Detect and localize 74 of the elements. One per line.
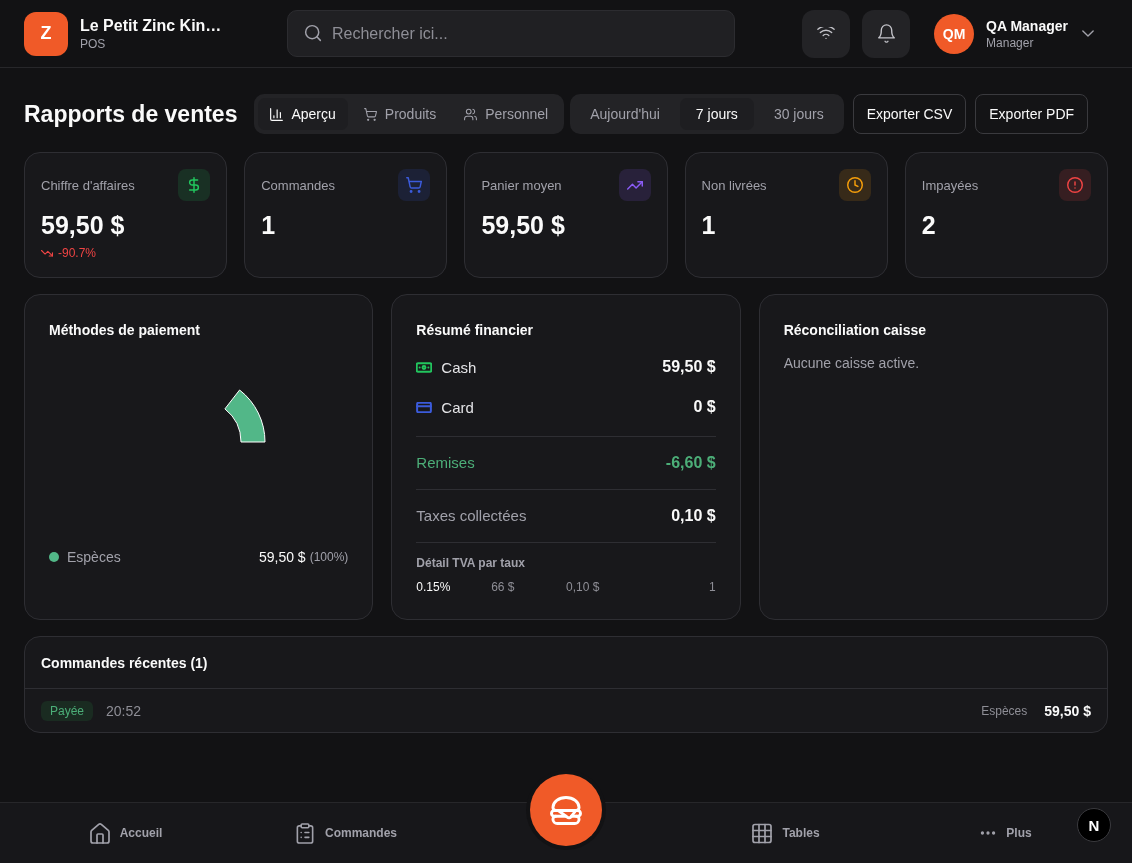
empty-message: Aucune caisse active. bbox=[783, 355, 921, 371]
period-tab[interactable]: 30 jours bbox=[757, 98, 840, 130]
cart-icon bbox=[363, 107, 377, 121]
vat-cell-text: 1 bbox=[707, 579, 716, 595]
export-button[interactable]: Exporter CSV bbox=[852, 94, 967, 134]
nav-item[interactable]: Plus bbox=[974, 822, 1038, 844]
period-tab[interactable]: 7 jours bbox=[679, 98, 754, 130]
panel-title: Réconciliation caisse bbox=[783, 321, 928, 340]
vat-cell-text: 0.15% bbox=[416, 579, 452, 595]
search-field[interactable]: Rechercher ici... bbox=[287, 10, 735, 57]
payment-label: Card bbox=[441, 398, 475, 416]
stat-label: Chiffre d'affaires bbox=[41, 177, 135, 193]
users-icon bbox=[464, 107, 478, 121]
payment-amount: 0 $ bbox=[693, 398, 716, 416]
taxes-amount: 0,10 $ bbox=[671, 506, 716, 526]
restaurant-name: Le Petit Zinc Kin… bbox=[80, 16, 222, 35]
stat-value: 1 bbox=[701, 210, 717, 240]
stat-value: 2 bbox=[921, 210, 937, 240]
clipboard-list-icon bbox=[295, 822, 315, 844]
search-icon bbox=[304, 24, 322, 42]
stat-label: Panier moyen bbox=[481, 177, 562, 193]
nav-item[interactable]: Accueil bbox=[83, 818, 169, 848]
page-title: Rapports de ventes bbox=[24, 100, 238, 128]
user-role: Manager bbox=[986, 35, 1034, 50]
discounts-amount: -6,60 $ bbox=[665, 453, 716, 473]
app-logo: Z bbox=[24, 11, 68, 56]
bar-chart-icon bbox=[270, 107, 284, 121]
wifi-button[interactable] bbox=[802, 9, 851, 58]
view-tab[interactable]: Personnel bbox=[452, 98, 561, 130]
stat-label: Commandes bbox=[261, 177, 335, 193]
view-tab[interactable]: Aperçu bbox=[258, 98, 348, 130]
trending-down-icon bbox=[41, 248, 53, 258]
app-subtitle: POS bbox=[80, 36, 107, 51]
notifications-button[interactable] bbox=[862, 9, 911, 58]
status-badge: Payée bbox=[41, 701, 94, 721]
grid-icon bbox=[752, 822, 773, 844]
order-total: 59,50 $ bbox=[1044, 703, 1091, 719]
user-avatar: QM bbox=[934, 13, 975, 54]
view-tab[interactable]: Produits bbox=[351, 98, 449, 130]
vat-cell-text: 66 $ bbox=[491, 579, 516, 595]
stat-change: -90.7% bbox=[58, 245, 97, 261]
wifi-icon bbox=[817, 27, 836, 40]
export-button[interactable]: Exporter PDF bbox=[975, 94, 1089, 134]
period-tab[interactable]: Aujourd'hui bbox=[574, 98, 676, 130]
panel-title: Commandes récentes (1) bbox=[41, 653, 208, 673]
bell-icon bbox=[876, 24, 896, 43]
legend-amount: 59,50 $ bbox=[258, 549, 306, 565]
nav-item[interactable]: Tables bbox=[746, 818, 826, 848]
stat-label: Impayées bbox=[921, 177, 979, 193]
payment-amount: 59,50 $ bbox=[662, 358, 716, 376]
home-icon bbox=[89, 822, 110, 844]
discounts-label: Remises bbox=[416, 453, 475, 473]
donut-segment bbox=[224, 389, 266, 443]
burger-icon bbox=[550, 795, 582, 825]
stat-value: 59,50 $ bbox=[481, 210, 566, 240]
new-order-button[interactable] bbox=[530, 774, 602, 846]
nav-item[interactable]: Commandes bbox=[289, 818, 403, 848]
panel-title: Résumé financier bbox=[416, 321, 535, 340]
chevron-down-icon bbox=[1082, 30, 1094, 37]
order-time: 20:52 bbox=[106, 703, 142, 719]
stat-value: 59,50 $ bbox=[41, 210, 126, 240]
user-menu[interactable]: QM QA Manager Manager bbox=[934, 13, 1108, 54]
legend-label: Espèces bbox=[67, 549, 122, 565]
stat-label: Non livrées bbox=[701, 177, 767, 193]
payment-label: Cash bbox=[441, 358, 478, 376]
order-payment-method: Espèces bbox=[981, 704, 1028, 718]
more-icon bbox=[980, 831, 997, 835]
stat-value: 1 bbox=[261, 210, 277, 240]
legend-share: (100%) bbox=[309, 550, 349, 564]
vat-title: Détail TVA par taux bbox=[416, 555, 527, 571]
panel-title: Méthodes de paiement bbox=[49, 321, 201, 340]
taxes-label: Taxes collectées bbox=[416, 506, 527, 526]
vat-cell-text: 0,10 $ bbox=[566, 579, 601, 595]
user-name: QA Manager bbox=[986, 17, 1068, 34]
